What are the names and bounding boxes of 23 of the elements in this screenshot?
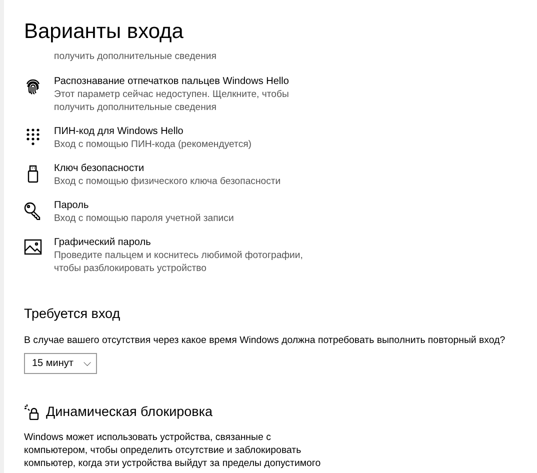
usb-key-icon <box>27 165 39 183</box>
option-title[interactable]: Графический пароль <box>54 236 303 249</box>
option-description: Вход с помощью ПИН-кода (рекомендуется) <box>54 138 252 151</box>
fingerprint-icon <box>25 78 41 96</box>
option-description: Этот параметр сейчас недоступен. Щелкните, чтобы получить дополнительные сведения <box>54 88 289 114</box>
question-text: В случае вашего отсутствия через какое время Windows должна потребовать выполнить повторный вход? <box>24 334 506 347</box>
key-icon <box>24 202 42 220</box>
option-title[interactable]: Ключ безопасности <box>54 162 281 175</box>
section-heading: Динамическая блокировка <box>46 403 213 421</box>
description-text: Windows может использовать устройства, связанные с компьютером, чтобы определить отсутствие и заблокировать компьютер, когда эти устройства выйдут за пределы допустимого <box>24 431 321 470</box>
option-description: Проведите пальцем и коснитесь любимой фотографии, чтобы разблокировать устройство <box>54 249 303 275</box>
option-description: Вход с помощью физического ключа безопасности <box>54 175 281 188</box>
option-description: Вход с помощью пароля учетной записи <box>54 212 234 225</box>
option-description: получить дополнительные сведения <box>54 50 216 63</box>
option-title[interactable]: Пароль <box>54 199 234 212</box>
image-icon <box>24 239 42 255</box>
keypad-icon <box>26 128 40 146</box>
timeout-dropdown[interactable]: 15 минут ⌵ <box>24 353 98 374</box>
option-title[interactable]: Распознавание отпечатков пальцев Windows Hello <box>54 75 289 88</box>
lock-icon <box>24 404 40 420</box>
section-heading: Требуется вход <box>24 305 122 323</box>
page-title: Варианты входа <box>24 19 184 45</box>
option-title[interactable]: ПИН-код для Windows Hello <box>54 125 252 138</box>
